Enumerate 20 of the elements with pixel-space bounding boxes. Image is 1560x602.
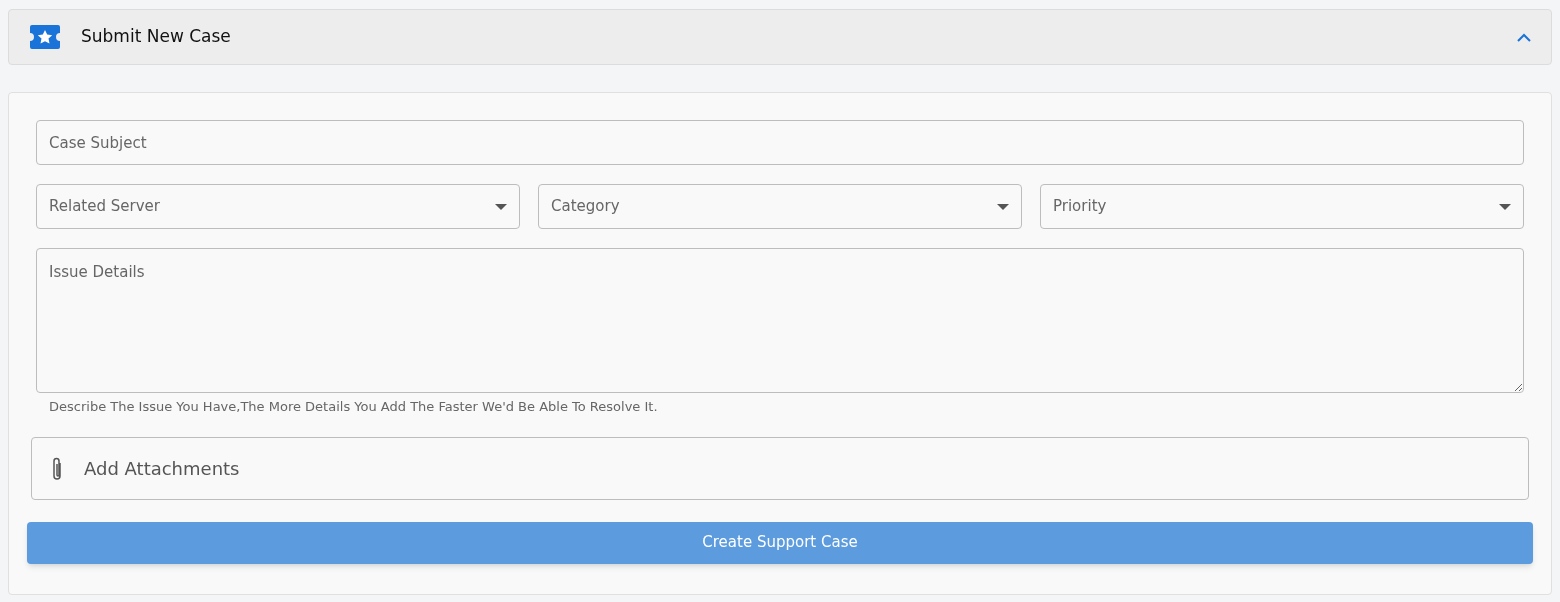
issue-details-field[interactable]: Issue Details xyxy=(36,248,1524,393)
select-placeholder: Related Server xyxy=(49,196,160,218)
panel-header[interactable]: Submit New Case xyxy=(8,9,1552,65)
panel-title: Submit New Case xyxy=(81,25,231,49)
create-support-case-button[interactable]: Create Support Case xyxy=(27,521,1533,564)
ticket-star-icon xyxy=(29,24,61,50)
chevron-icon[interactable] xyxy=(1517,32,1531,42)
select-placeholder: Category xyxy=(551,196,620,218)
dropdown-caret-icon xyxy=(997,203,1009,210)
attachments-label: Add Attachments xyxy=(84,456,240,481)
select-placeholder: Priority xyxy=(1053,196,1107,218)
dropdown-caret-icon xyxy=(495,203,507,210)
select-field[interactable]: Related Server xyxy=(36,184,520,229)
select-field[interactable]: Priority xyxy=(1040,184,1524,229)
case-subject-field[interactable]: Case Subject xyxy=(36,120,1524,165)
paperclip-icon xyxy=(50,455,64,481)
dropdown-caret-icon xyxy=(1499,203,1511,210)
helper-text: Describe The Issue You Have,The More Details You Add The Faster We'd Be Able To Resolve It. xyxy=(49,398,659,416)
add-attachments-field[interactable]: Add Attachments xyxy=(31,436,1529,500)
select-field[interactable]: Category xyxy=(538,184,1022,229)
